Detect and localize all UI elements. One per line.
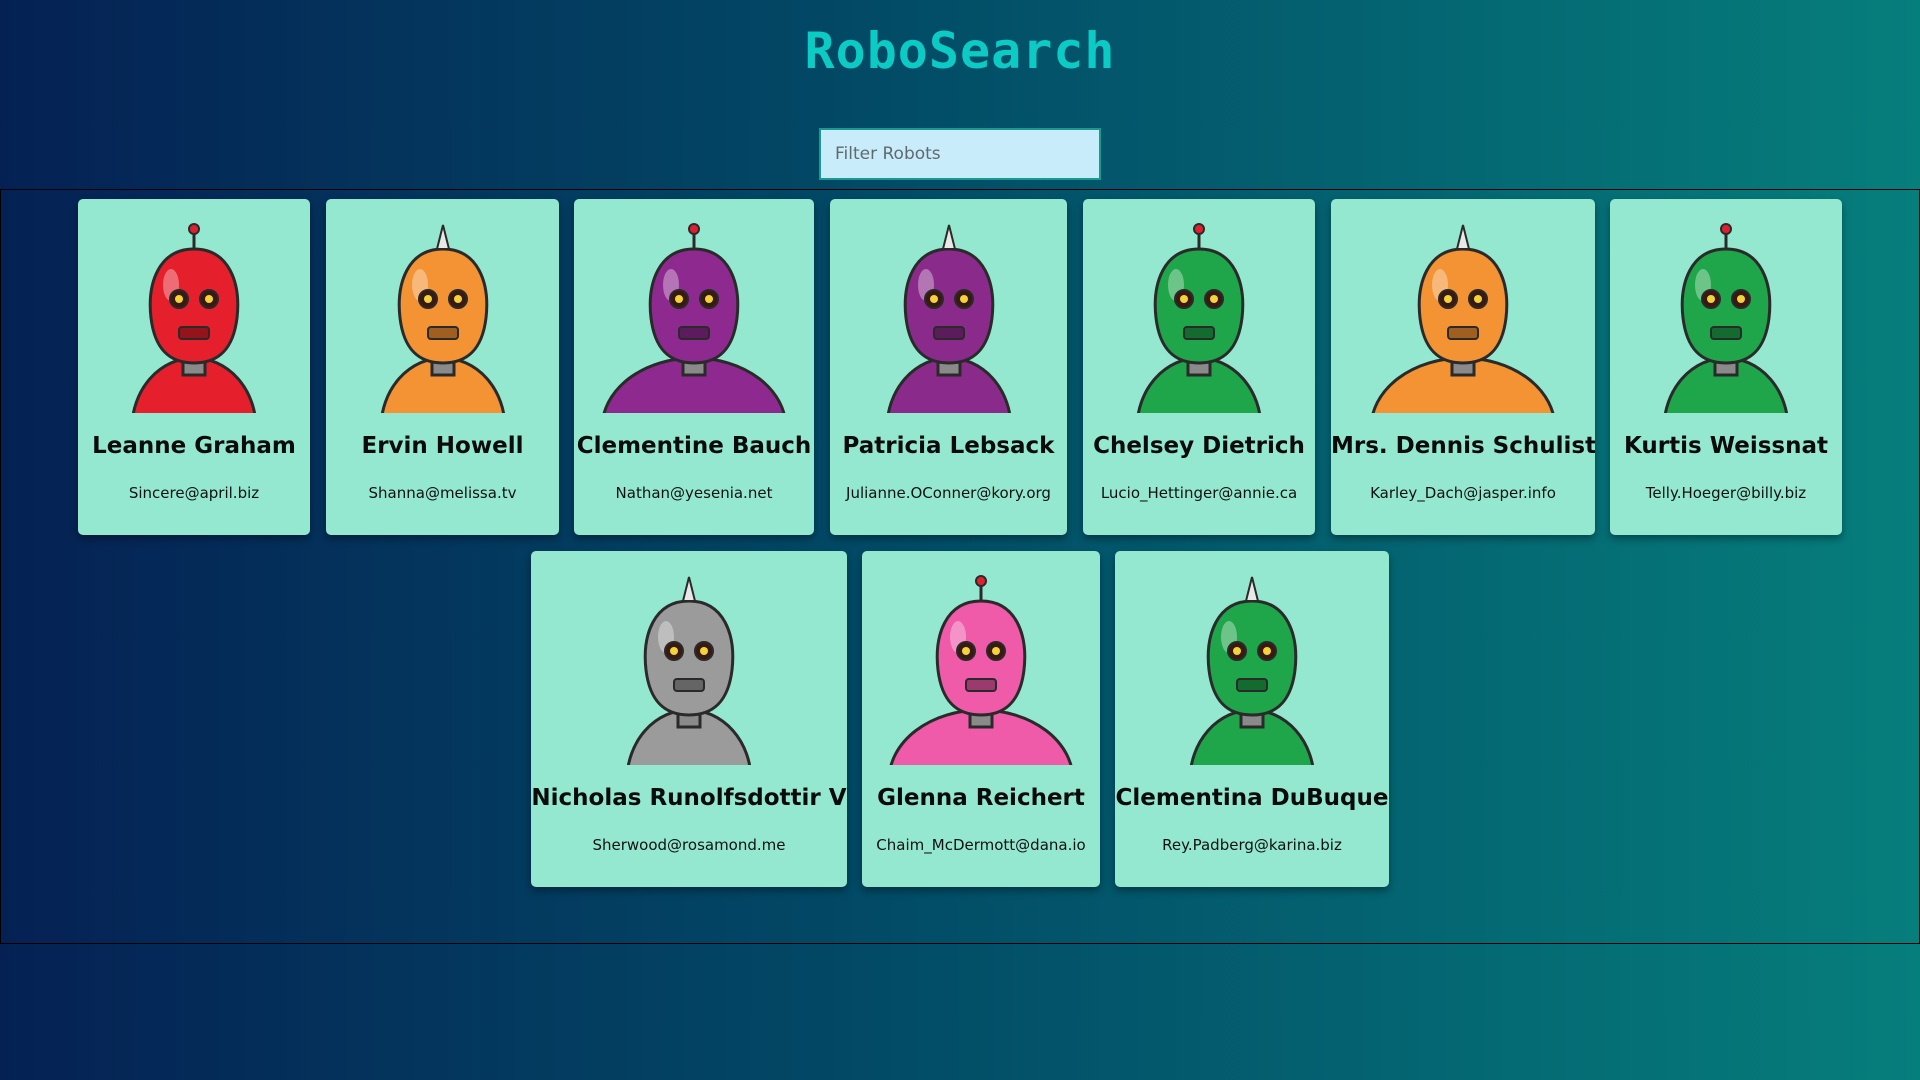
robot-card[interactable]: Leanne Graham Sincere@april.biz [78,199,310,535]
purple-robot-avatar [886,224,1011,413]
robot-card[interactable]: Chelsey Dietrich Lucio_Hettinger@annie.ca [1083,199,1315,535]
robot-card[interactable]: Patricia Lebsack Julianne.OConner@kory.or… [830,199,1067,535]
search-input[interactable] [819,128,1101,180]
robot-email: Shanna@melissa.tv [368,484,517,502]
robot-card-list[interactable]: Leanne Graham Sincere@april.biz Ervin Howe… [0,189,1920,944]
robot-card[interactable]: Ervin Howell Shanna@melissa.tv [326,199,559,535]
robot-name: Leanne Graham [92,433,296,459]
robot-name: Clementine Bauch [576,433,812,459]
robot-name: Clementina DuBuque [1115,785,1389,811]
robot-name: Nicholas Runolfsdottir V [531,785,847,811]
robot-email: Sincere@april.biz [128,484,260,502]
robot-email: Chaim_McDermott@dana.io [876,836,1086,854]
robot-card[interactable]: Mrs. Dennis Schulist Karley_Dach@jasper.i… [1331,199,1595,535]
robot-name: Ervin Howell [361,433,524,459]
robot-name: Glenna Reichert [877,785,1085,811]
search-box [819,128,1101,180]
gray-robot-avatar [626,576,752,765]
robot-email: Julianne.OConner@kory.org [846,484,1051,502]
robot-card[interactable]: Kurtis Weissnat Telly.Hoeger@billy.biz [1610,199,1842,535]
orange-robot-avatar [380,224,505,413]
purple-robot-avatar [602,223,786,413]
green-robot-avatar [1136,223,1262,413]
robot-card[interactable]: Glenna Reichert Chaim_McDermott@dana.io [862,551,1100,887]
robot-email: Lucio_Hettinger@annie.ca [1100,484,1298,502]
robot-card[interactable]: Clementina DuBuque Rey.Padberg@karina.biz [1115,551,1389,887]
robot-email: Karley_Dach@jasper.info [1370,484,1556,502]
robot-email: Nathan@yesenia.net [615,484,773,502]
robot-name: Patricia Lebsack [842,433,1055,459]
green-robot-avatar [1663,223,1789,413]
robot-name: Mrs. Dennis Schulist [1331,433,1595,459]
pink-robot-avatar [889,575,1073,765]
robot-email: Sherwood@rosamond.me [592,836,786,854]
orange-robot-avatar [1371,224,1555,413]
green-robot-avatar [1189,576,1315,765]
robot-email: Telly.Hoeger@billy.biz [1645,484,1807,502]
robot-name: Kurtis Weissnat [1623,433,1828,459]
red-robot-avatar [131,223,257,413]
robot-card[interactable]: Nicholas Runolfsdottir V Sherwood@rosamon… [531,551,847,887]
robot-name: Chelsey Dietrich [1093,433,1305,459]
app-title: RoboSearch [804,22,1116,80]
robot-email: Rey.Padberg@karina.biz [1162,836,1342,854]
robot-card[interactable]: Clementine Bauch Nathan@yesenia.net [574,199,814,535]
